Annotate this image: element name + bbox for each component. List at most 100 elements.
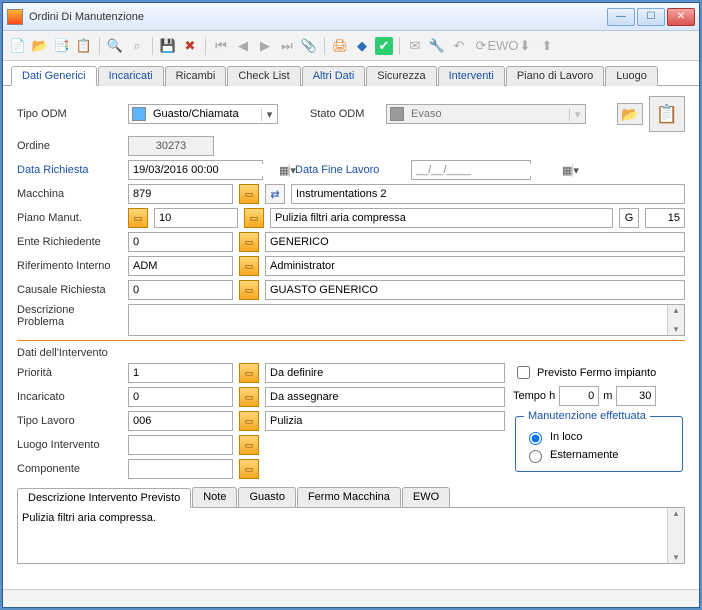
previsto-fermo-checkbox[interactable] [517,366,530,379]
tree-button[interactable]: ⇄ [265,184,285,204]
priorita-code[interactable] [128,363,233,383]
tab-incaricati[interactable]: Incaricati [98,66,164,86]
priorita-label: Priorità [17,367,122,379]
lookup-button[interactable]: ▭ [244,208,264,228]
tipo-odm-select[interactable]: Guasto/Chiamata ▾ [128,104,278,124]
attachment-icon[interactable]: 📎 [300,37,318,55]
app-icon [7,9,23,25]
delete-icon[interactable]: ✖ [181,37,199,55]
tab-sicurezza[interactable]: Sicurezza [366,66,436,86]
luogo-label: Luogo Intervento [17,439,122,451]
lookup-button[interactable]: ▭ [128,208,148,228]
incaricato-code[interactable] [128,387,233,407]
rif-interno-code[interactable] [128,256,233,276]
g-label: G [619,208,639,228]
chevron-down-icon[interactable]: ▾ [261,108,277,121]
tempo-m-field[interactable] [616,386,656,406]
scroll-up-icon[interactable]: ▴ [668,508,684,519]
lookup-button[interactable]: ▭ [239,459,259,479]
undo-icon[interactable]: ↶ [450,37,468,55]
luogo-code[interactable] [128,435,233,455]
new-icon[interactable]: 📄 [9,37,27,55]
data-fine-lavoro-label[interactable]: Data Fine Lavoro [295,164,405,176]
calendar-icon[interactable]: ▦ [279,164,289,177]
last-record-icon[interactable]: ⏭ [278,37,296,55]
maximize-button[interactable]: ☐ [637,8,665,26]
func-icon[interactable]: ◆ [353,37,371,55]
tab-piano-di-lavoro[interactable]: Piano di Lavoro [506,66,604,86]
componente-label: Componente [17,463,122,475]
subtab-descrizione-intervento-previsto[interactable]: Descrizione Intervento Previsto [17,488,191,508]
save-icon[interactable]: 💾 [159,37,177,55]
componente-code[interactable] [128,459,233,479]
document-icon[interactable]: 📋 [649,96,685,132]
data-richiesta-field[interactable]: ▦ ▾ [128,160,263,180]
lookup-button[interactable]: ▭ [239,435,259,455]
binoculars-icon[interactable]: 🔍 [106,37,124,55]
clone-icon[interactable]: 📋 [75,37,93,55]
tempo-m-label: m [603,390,612,402]
stato-odm-color [390,107,404,121]
print-icon[interactable]: 🖨 [331,37,349,55]
first-record-icon[interactable]: ⏮ [212,37,230,55]
lookup-button[interactable]: ▭ [239,363,259,383]
ewo-icon[interactable]: EWO [494,37,512,55]
subtab-note[interactable]: Note [192,487,237,507]
intervento-section-label: Dati dell'Intervento [17,347,685,359]
tools-icon[interactable]: 🔧 [428,37,446,55]
desc-problema-label: Descrizione Problema [17,304,122,328]
minimize-button[interactable]: — [607,8,635,26]
up-icon[interactable]: ⬆ [538,37,556,55]
tab-check-list[interactable]: Check List [227,66,300,86]
open-icon[interactable]: 📂 [31,37,49,55]
mail-icon[interactable]: ✉ [406,37,424,55]
g-value[interactable] [645,208,685,228]
scroll-up-icon[interactable]: ▴ [668,305,684,316]
copy-icon[interactable]: 📑 [53,37,71,55]
radio-inloco[interactable] [529,432,542,445]
folder-open-icon[interactable]: 📂 [617,103,643,125]
data-fine-lavoro-field[interactable]: ▦ ▾ [411,160,531,180]
scroll-down-icon[interactable]: ▾ [668,552,684,563]
lookup-button[interactable]: ▭ [239,256,259,276]
desc-problema-field[interactable] [129,305,667,335]
tab-ricambi[interactable]: Ricambi [165,66,227,86]
tab-luogo[interactable]: Luogo [605,66,658,86]
data-richiesta-label[interactable]: Data Richiesta [17,164,122,176]
scroll-down-icon[interactable]: ▾ [668,324,684,335]
close-button[interactable]: ✕ [667,8,695,26]
macchina-code[interactable] [128,184,233,204]
titlebar: Ordini Di Manutenzione — ☐ ✕ [3,3,699,31]
approve-icon[interactable]: ✔ [375,37,393,55]
rif-interno-label: Riferimento Interno [17,260,122,272]
down-icon[interactable]: ⬇ [516,37,534,55]
search-icon[interactable]: ⌕ [128,37,146,55]
causale-code[interactable] [128,280,233,300]
lookup-button[interactable]: ▭ [239,184,259,204]
tab-content: Tipo ODM Guasto/Chiamata ▾ Stato ODM Eva… [3,86,699,589]
data-fine-lavoro-input[interactable] [412,164,562,176]
tipo-lavoro-code[interactable] [128,411,233,431]
data-richiesta-input[interactable] [129,164,279,176]
next-record-icon[interactable]: ▶ [256,37,274,55]
subtab-fermo-macchina[interactable]: Fermo Macchina [297,487,401,507]
subtab-guasto[interactable]: Guasto [238,487,295,507]
tab-dati-generici[interactable]: Dati Generici [11,66,97,86]
priorita-desc: Da definire [265,363,505,383]
chevron-down-icon[interactable]: ▾ [572,164,579,177]
tab-interventi[interactable]: Interventi [438,66,505,86]
subtab-ewo[interactable]: EWO [402,487,450,507]
stato-odm-select: Evaso ▾ [386,104,586,124]
lookup-button[interactable]: ▭ [239,411,259,431]
lookup-button[interactable]: ▭ [239,280,259,300]
calendar-icon[interactable]: ▦ [562,164,572,177]
lookup-button[interactable]: ▭ [239,232,259,252]
desc-intervento-field[interactable] [18,508,667,563]
ente-rich-code[interactable] [128,232,233,252]
tempo-h-field[interactable] [559,386,599,406]
radio-esternamente[interactable] [529,450,542,463]
prev-record-icon[interactable]: ◀ [234,37,252,55]
tab-altri-dati[interactable]: Altri Dati [302,66,366,86]
piano-manut-code[interactable] [154,208,238,228]
lookup-button[interactable]: ▭ [239,387,259,407]
